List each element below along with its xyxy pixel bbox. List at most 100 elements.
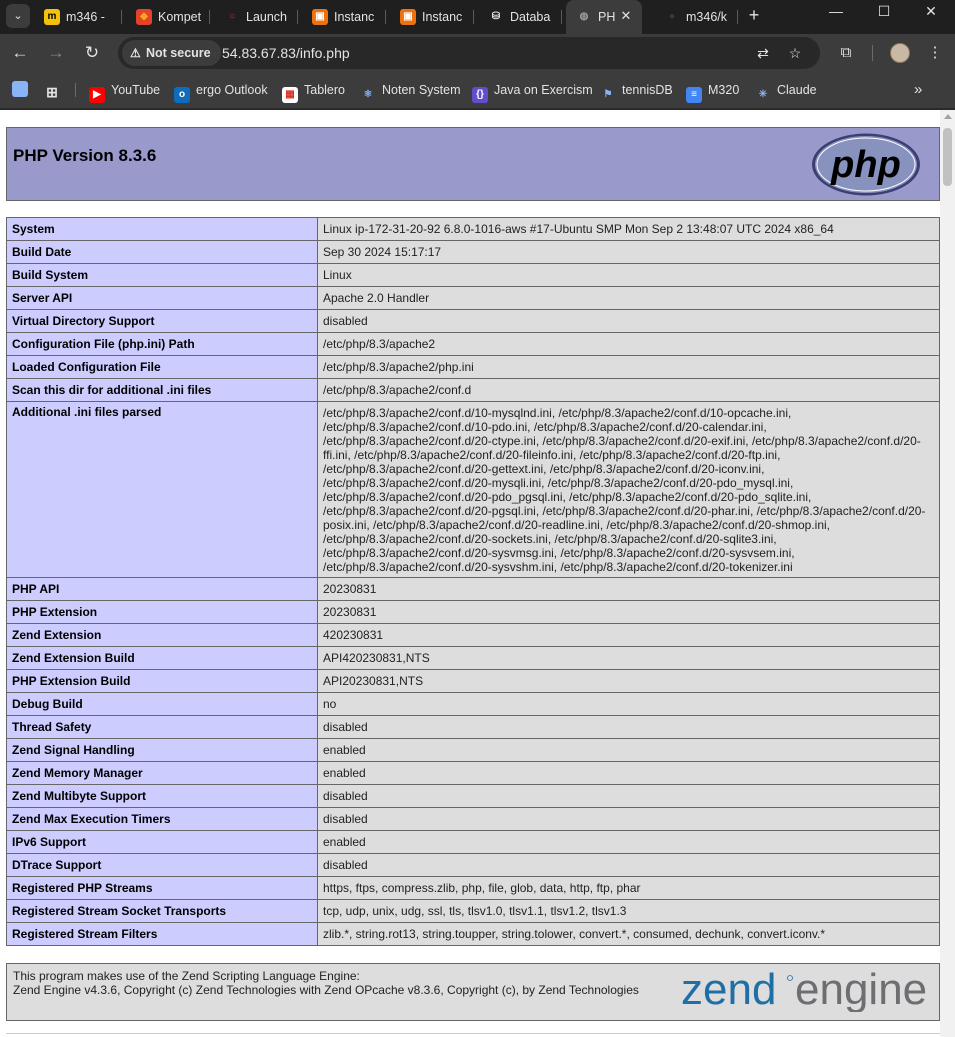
row-value: no — [317, 692, 940, 716]
browser-toolbar: ← → ↻ ⚠ Not secure 54.83.67.83/info.php … — [0, 34, 955, 72]
table-row: Loaded Configuration File/etc/php/8.3/ap… — [6, 355, 940, 379]
browser-tab[interactable]: m m346 - — [34, 0, 122, 34]
more-menu-icon[interactable]: ⋮ — [924, 42, 946, 64]
page-viewport[interactable]: PHP Version 8.3.6 php System Linux ip-172… — [0, 110, 940, 1037]
bookmark-item[interactable]: {} Java on Exercism — [472, 81, 593, 103]
table-row: Scan this dir for additional .ini files /… — [6, 378, 940, 402]
apps-square-icon[interactable] — [12, 81, 34, 99]
row-key: Build System — [6, 263, 318, 287]
bookmark-favicon-icon: ⚑ — [600, 87, 616, 103]
row-value: Sep 30 2024 15:17:17 — [317, 240, 940, 264]
table-row: Zend Extension 420230831 — [6, 623, 940, 647]
vertical-scrollbar[interactable] — [940, 110, 955, 1037]
bookmark-item[interactable]: ⚛ Noten System — [360, 81, 461, 103]
address-bar[interactable]: ⚠ Not secure 54.83.67.83/info.php ⇄ ☆ — [118, 37, 820, 69]
table-row: PHP API 20230831 — [6, 577, 940, 601]
table-row: Zend Max Execution Timers disabled — [6, 807, 940, 831]
zend-logo-word: zend — [681, 970, 776, 1012]
row-value: API20230831,NTS — [317, 669, 940, 693]
table-row: PHP Extension Build API20230831,NTS — [6, 669, 940, 693]
bookmark-star-icon[interactable]: ☆ — [786, 44, 804, 62]
row-value: tcp, udp, unix, udg, ssl, tls, tlsv1.0, … — [317, 899, 940, 923]
page-bottom-rule — [6, 1033, 940, 1034]
table-row: Server API Apache 2.0 Handler — [6, 286, 940, 310]
row-key: Loaded Configuration File — [6, 355, 318, 379]
table-row: Virtual Directory Support disabled — [6, 309, 940, 333]
row-value: 20230831 — [317, 600, 940, 624]
tab-search-chevron-icon[interactable]: ⌄ — [6, 4, 30, 28]
url-text[interactable]: 54.83.67.83/info.php — [222, 45, 350, 61]
row-key: Zend Signal Handling — [6, 738, 318, 762]
security-chip[interactable]: ⚠ Not secure — [122, 40, 221, 66]
bookmarks-divider — [75, 83, 76, 97]
row-key: Zend Multibyte Support — [6, 784, 318, 808]
php-version-header: PHP Version 8.3.6 php — [6, 127, 940, 201]
row-value: enabled — [317, 830, 940, 854]
bookmark-item[interactable]: ≡ M320 — [686, 81, 739, 103]
browser-tab[interactable]: ◆ Kompet — [126, 0, 210, 34]
tab-separator — [473, 10, 474, 24]
tab-label: PH — [598, 10, 616, 24]
zend-line-1: This program makes use of the Zend Scrip… — [13, 969, 360, 983]
row-key: Registered Stream Socket Transports — [6, 899, 318, 923]
tab-close-icon[interactable]: ✕ — [618, 8, 634, 24]
bookmark-label: YouTube — [111, 83, 161, 97]
browser-tab[interactable]: ◍ PH ✕ — [566, 0, 642, 34]
new-tab-plus-icon[interactable]: + — [742, 4, 766, 28]
browser-tab[interactable]: ○ Launch — [214, 0, 298, 34]
bookmark-favicon-icon: {} — [472, 87, 488, 103]
scrollbar-thumb[interactable] — [943, 128, 952, 186]
forward-arrow-icon[interactable]: → — [44, 41, 68, 65]
row-value: /etc/php/8.3/apache2/conf.d — [317, 378, 940, 402]
back-arrow-icon[interactable]: ← — [8, 41, 32, 65]
tab-favicon-icon: ◍ — [576, 9, 592, 25]
bookmark-item[interactable]: ▦ Tablero — [282, 81, 345, 103]
bookmark-favicon-icon: o — [174, 87, 190, 103]
translate-icon[interactable]: ⇄ — [754, 44, 772, 62]
apps-grid-icon[interactable]: ⊞ — [44, 81, 66, 100]
row-value: disabled — [317, 784, 940, 808]
reload-icon[interactable]: ↻ — [80, 41, 104, 65]
row-key: Debug Build — [6, 692, 318, 716]
browser-tab[interactable]: ● m346/k — [654, 0, 738, 34]
table-row: Registered Stream Filters zlib.*, string.… — [6, 922, 940, 946]
row-value: zlib.*, string.rot13, string.toupper, st… — [317, 922, 940, 946]
browser-tab[interactable]: ▣ Instanc — [390, 0, 474, 34]
row-value: /etc/php/8.3/apache2/conf.d/10-mysqlnd.i… — [317, 401, 940, 578]
bookmark-label: tennisDB — [622, 83, 673, 97]
bookmark-label: Tablero — [304, 83, 345, 97]
table-row: Registered Stream Socket Transports tcp, … — [6, 899, 940, 923]
scroll-up-arrow-icon[interactable] — [943, 114, 952, 119]
extensions-puzzle-icon[interactable]: ⧉ — [835, 42, 857, 64]
minimize-icon[interactable]: — — [812, 0, 860, 24]
table-row: System Linux ip-172-31-20-92 6.8.0-1016-a… — [6, 217, 940, 241]
maximize-icon[interactable]: ☐ — [860, 0, 908, 24]
page-title: PHP Version 8.3.6 — [13, 146, 157, 165]
bookmark-item[interactable]: ▶ YouTube — [89, 81, 161, 103]
zend-engine-box: This program makes use of the Zend Scrip… — [6, 963, 940, 1021]
row-value: Linux — [317, 263, 940, 287]
row-value: https, ftps, compress.zlib, php, file, g… — [317, 876, 940, 900]
row-value: disabled — [317, 853, 940, 877]
tab-favicon-icon: ● — [664, 9, 680, 25]
php-logo[interactable]: php — [811, 133, 921, 196]
browser-tab[interactable]: ⛁ Databa — [478, 0, 562, 34]
row-key: Configuration File (php.ini) Path — [6, 332, 318, 356]
row-key: Registered PHP Streams — [6, 876, 318, 900]
browser-tab[interactable]: ▣ Instanc — [302, 0, 386, 34]
tab-label: Databa — [510, 10, 551, 24]
tab-separator — [121, 10, 122, 24]
close-window-icon[interactable]: ✕ — [907, 0, 955, 24]
zend-engine-logo[interactable]: zend engine — [681, 970, 933, 1012]
bookmark-item[interactable]: o ergo Outlook — [174, 81, 268, 103]
security-label: Not secure — [146, 46, 211, 60]
php-info-table: System Linux ip-172-31-20-92 6.8.0-1016-a… — [6, 217, 940, 946]
profile-avatar[interactable] — [890, 43, 910, 63]
table-row: PHP Extension 20230831 — [6, 600, 940, 624]
row-key: Zend Memory Manager — [6, 761, 318, 785]
bookmark-item[interactable]: ✳ Claude — [755, 81, 817, 103]
more-bookmarks-chevron-icon[interactable]: » — [914, 81, 922, 99]
zend-description: This program makes use of the Zend Scrip… — [13, 969, 639, 997]
bookmark-item[interactable]: ⚑ tennisDB — [600, 81, 673, 103]
row-key: PHP Extension Build — [6, 669, 318, 693]
